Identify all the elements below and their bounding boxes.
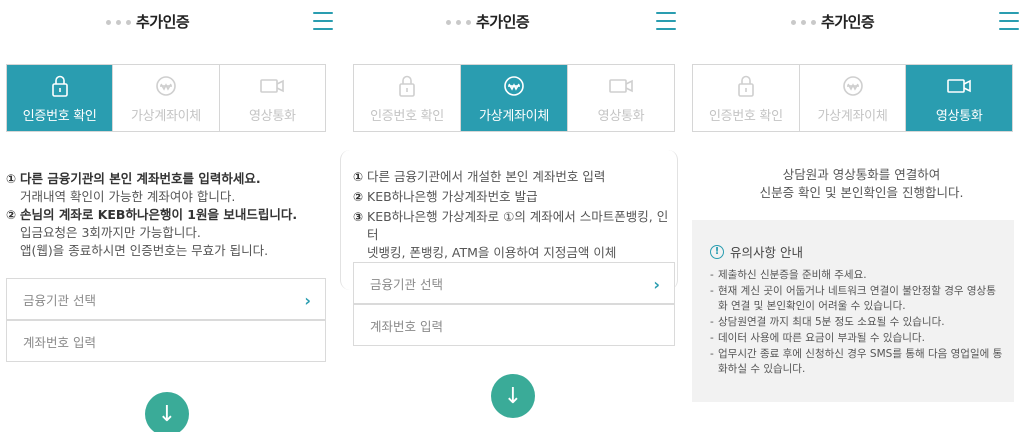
- step-marker: ①: [6, 172, 17, 186]
- transfer-icon: [151, 73, 181, 99]
- page-title: 추가인증: [476, 13, 530, 31]
- menu-icon[interactable]: [656, 12, 676, 30]
- lock-icon: [45, 73, 75, 99]
- chevron-right-icon: ›: [304, 291, 311, 310]
- tab-label: 영상통화: [597, 108, 645, 124]
- page-title: 추가인증: [821, 13, 875, 31]
- bank-select[interactable]: 금융기관 선택 ›: [353, 262, 675, 304]
- notice-box: ! 유의사항 안내 제출하신 신분증을 준비해 주세요. 현재 계신 곳이 어둡…: [692, 220, 1014, 402]
- bank-select[interactable]: 금융기관 선택 ›: [6, 278, 326, 320]
- account-input-placeholder: 계좌번호 입력: [370, 318, 443, 334]
- tab-label: 영상통화: [935, 108, 983, 124]
- header: 추가인증: [340, 0, 685, 44]
- arrow-down-icon: ↓: [503, 383, 523, 409]
- next-button[interactable]: ↓: [145, 392, 189, 432]
- tab-video-call[interactable]: 영상통화: [906, 65, 1013, 131]
- list-item: 상담원연결 까지 최대 5분 정도 소요될 수 있습니다.: [710, 315, 1004, 330]
- transfer-icon: [838, 73, 868, 99]
- account-number-input[interactable]: 계좌번호 입력: [353, 304, 675, 346]
- tab-video-call[interactable]: 영상통화: [568, 65, 674, 131]
- page-title: 추가인증: [136, 13, 190, 31]
- auth-tabs: 인증번호 확인 가상계좌이체 영상통화: [692, 64, 1013, 132]
- tab-verification-code[interactable]: 인증번호 확인: [354, 65, 461, 131]
- account-number-input[interactable]: 계좌번호 입력: [6, 320, 326, 362]
- tab-label: 인증번호 확인: [22, 108, 97, 124]
- intro-line-1: 상담원과 영상통화를 연결하여: [782, 167, 941, 182]
- header: 추가인증: [685, 0, 1024, 44]
- step-1-desc: 거래내역 확인이 가능한 계좌여야 합니다.: [20, 189, 236, 204]
- progress-dots: [446, 20, 471, 25]
- tab-virtual-account[interactable]: 가상계좌이체: [113, 65, 220, 131]
- bank-select-label: 금융기관 선택: [370, 276, 443, 292]
- video-camera-icon: [606, 73, 636, 99]
- tab-label: 영상통화: [249, 108, 296, 124]
- instructions: ① 다른 금융기관의 본인 계좌번호를 입력하세요. 거래내역 확인이 가능한 계…: [6, 170, 336, 260]
- panel-virtual-account: 추가인증 인증번호 확인 가상계좌이체 영상통화 ① 다른 금융기관에서 개설한 …: [340, 0, 685, 432]
- menu-icon[interactable]: [313, 12, 333, 30]
- arrow-down-icon: ↓: [157, 401, 177, 427]
- auth-tabs: 인증번호 확인 가상계좌이체 영상통화: [6, 64, 326, 132]
- video-camera-icon: [257, 73, 287, 99]
- tab-label: 인증번호 확인: [370, 108, 444, 124]
- step-2-title: 손님의 계좌로 KEB하나은행이 1원을 보내드립니다.: [20, 207, 298, 222]
- transfer-icon: [499, 73, 529, 99]
- notice-title-text: 유의사항 안내: [730, 245, 803, 260]
- menu-icon[interactable]: [999, 12, 1019, 30]
- step-marker: ③: [353, 210, 364, 224]
- tab-virtual-account[interactable]: 가상계좌이체: [461, 65, 568, 131]
- next-button[interactable]: ↓: [491, 374, 535, 418]
- tab-verification-code[interactable]: 인증번호 확인: [693, 65, 800, 131]
- step-3-text-2: 넷뱅킹, 폰뱅킹, ATM을 이용하여 지정금액 이체: [367, 245, 617, 260]
- intro-line-2: 신분증 확인 및 본인확인을 진행합니다.: [759, 185, 964, 200]
- notice-title: ! 유의사항 안내: [710, 242, 803, 261]
- tab-verification-code[interactable]: 인증번호 확인: [7, 65, 114, 131]
- bank-select-label: 금융기관 선택: [23, 292, 96, 308]
- tab-label: 가상계좌이체: [817, 108, 888, 124]
- lock-icon: [731, 73, 761, 99]
- notice-list: 제출하신 신분증을 준비해 주세요. 현재 계신 곳이 어둡거나 네트워크 연결…: [710, 268, 1004, 378]
- progress-dots: [106, 20, 131, 25]
- step-marker: ②: [6, 208, 17, 222]
- panel-verification-code: 추가인증 인증번호 확인 가상계좌이체 영상통화 ① 다른 금융기관의 본인 계좌…: [0, 0, 340, 432]
- tab-video-call[interactable]: 영상통화: [219, 65, 325, 131]
- step-marker: ①: [353, 170, 364, 184]
- step-2-desc-2: 앱(웹)을 종료하시면 인증번호는 무효가 됩니다.: [20, 243, 269, 258]
- auth-tabs: 인증번호 확인 가상계좌이체 영상통화: [353, 64, 675, 132]
- step-2-text: KEB하나은행 가상계좌번호 발급: [367, 189, 538, 204]
- step-marker: ②: [353, 190, 364, 204]
- progress-dots: [791, 20, 816, 25]
- list-item: 데이터 사용에 따른 요금이 부과될 수 있습니다.: [710, 331, 1004, 346]
- tab-label: 인증번호 확인: [708, 108, 783, 124]
- step-2-desc-1: 입금요청은 3회까지만 가능합니다.: [20, 225, 201, 240]
- list-item: 제출하신 신분증을 준비해 주세요.: [710, 268, 1004, 283]
- panel-video-call: 추가인증 인증번호 확인 가상계좌이체 영상통화 상담원과 영상통화를 연결하여…: [685, 0, 1024, 432]
- step-1-title: 다른 금융기관의 본인 계좌번호를 입력하세요.: [20, 171, 261, 186]
- list-item: 업무시간 종료 후에 신청하신 경우 SMS를 통해 다음 영업일에 통화하실 …: [710, 347, 1004, 377]
- lock-icon: [392, 73, 422, 99]
- info-icon: !: [710, 244, 724, 259]
- video-call-intro: 상담원과 영상통화를 연결하여 신분증 확인 및 본인확인을 진행합니다.: [685, 166, 1024, 202]
- step-1-text: 다른 금융기관에서 개설한 본인 계좌번호 입력: [367, 169, 606, 184]
- account-input-placeholder: 계좌번호 입력: [23, 334, 96, 350]
- list-item: 현재 계신 곳이 어둡거나 네트워크 연결이 불안정할 경우 영상통화 연결 및…: [710, 284, 1004, 314]
- tab-virtual-account[interactable]: 가상계좌이체: [799, 65, 907, 131]
- video-camera-icon: [944, 73, 974, 99]
- instructions: ① 다른 금융기관에서 개설한 본인 계좌번호 입력 ② KEB하나은행 가상계좌번…: [353, 168, 678, 262]
- step-3-text-1: KEB하나은행 가상계좌로 ①의 계좌에서 스마트폰뱅킹, 인터: [367, 209, 669, 242]
- header: 추가인증: [0, 0, 340, 44]
- tab-label: 가상계좌이체: [479, 108, 549, 124]
- chevron-right-icon: ›: [653, 275, 660, 294]
- tab-label: 가상계좌이체: [131, 108, 201, 124]
